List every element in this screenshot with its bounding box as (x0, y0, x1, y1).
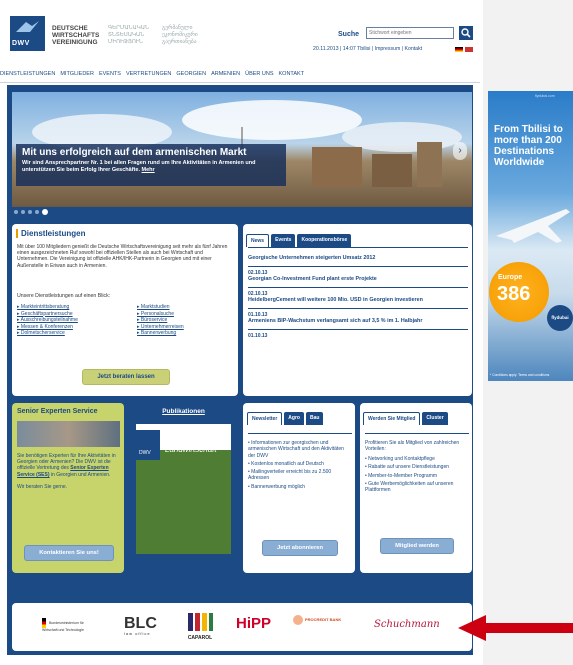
ad-price: 386 (497, 283, 531, 305)
list-item[interactable]: Ausschreibungsteilnahme (17, 317, 78, 324)
search-button[interactable] (459, 26, 473, 40)
partner-logo-blc[interactable]: BLC law office (124, 615, 157, 636)
tab-news[interactable]: News (246, 234, 270, 247)
news-item[interactable]: 01.10.13 (248, 328, 468, 344)
tab-agro[interactable]: Agro (284, 412, 304, 425)
news-item[interactable]: 01.10.13 Armeniens BIP-Wachstum verlangsa… (248, 307, 468, 329)
nav-kontakt[interactable]: KONTAKT (279, 68, 310, 82)
list-item[interactable]: Markteintrittsberatung (17, 304, 78, 311)
book-dwv-logo: DWV (136, 430, 160, 460)
list-item[interactable]: Bannerwerbung (137, 330, 184, 337)
tab-newsletter[interactable]: Newsletter (247, 412, 283, 425)
dienst-subtitle: Unsere Dienstleistungen auf einen Blick: (17, 293, 111, 299)
german-flag-icon[interactable] (455, 47, 463, 52)
mitglied-werden-button[interactable]: Mitglied werden (380, 538, 454, 554)
ad-headline: From Tbilisi to more than 200 Destinatio… (494, 124, 563, 168)
tab-bau[interactable]: Bau (305, 412, 324, 425)
search-icon (461, 28, 471, 38)
newsletter-list: Informationen zur georgischen und armeni… (248, 433, 352, 492)
tab-kooperationsboerse[interactable]: Kooperationsbörse (297, 234, 352, 247)
org-name-ge: გერმანული ეკონომიკური გაერთიანება (162, 25, 198, 45)
list-item: Informationen zur georgischen und armeni… (248, 440, 352, 459)
senior-title: Senior Experten Service (17, 408, 98, 415)
tab-events[interactable]: Events (271, 234, 296, 247)
member-list: Networking und Kontaktpflege Rabatte auf… (365, 456, 469, 495)
abonnieren-button[interactable]: Jetzt abonnieren (262, 540, 338, 556)
list-item: Mailingverteiler erreicht bis zu 2.500 A… (248, 469, 352, 482)
news-item[interactable]: 02.10.13 Georgian Co-Investment Fund plan… (248, 265, 468, 287)
tab-werden-sie-mitglied[interactable]: Werden Sie Mitglied (363, 412, 421, 425)
nav-mitglieder[interactable]: MITGLIEDER (60, 68, 99, 82)
list-item: Member-to-Member Programm (365, 473, 469, 479)
hero-text: Wir sind Ansprechpartner Nr. 1 bei allen… (22, 160, 256, 173)
ad-footer: * Conditions apply. Terms and conditions (490, 373, 550, 377)
book-title: Landwirtschaft (165, 445, 217, 454)
partner-logo-caparol[interactable]: CAPAROL (184, 611, 216, 641)
search-label: Suche (338, 31, 360, 38)
news-item[interactable]: Georgische Unternehmen steigerten Umsatz… (248, 247, 468, 266)
org-name-de: DEUTSCHE WIRTSCHAFTS VEREINIGUNG (52, 25, 100, 46)
ad-stamp: flydubai (547, 305, 573, 331)
member-tabs: Werden Sie Mitglied Cluster (363, 412, 448, 425)
search-input[interactable] (366, 27, 454, 39)
newsletter-tabs: Newsletter Agro Bau (247, 412, 324, 425)
partner-logo-procredit[interactable]: PROCREDIT BANK (293, 615, 351, 625)
caparol-mark-icon (188, 613, 213, 631)
bird-icon (16, 21, 39, 32)
partner-logo-strip: Bundesministerium für Wirtschaft und Tec… (12, 603, 472, 651)
partner-logo-bmwi[interactable]: Bundesministerium für Wirtschaft und Tec… (42, 618, 97, 632)
partner-logo-schuchmann[interactable]: Schuchmann (374, 619, 440, 630)
list-item: Bannerwerbung möglich (248, 484, 352, 490)
slider-dot[interactable] (28, 210, 32, 214)
hero-title[interactable]: Mit uns erfolgreich auf dem armenischen … (22, 147, 247, 158)
hero-more-link[interactable]: Mehr (142, 167, 155, 173)
logo-text: DWV (12, 40, 30, 47)
red-arrow-icon (458, 615, 573, 641)
news-item[interactable]: 02.10.13 HeidelbergCement will weitere 10… (248, 286, 468, 308)
slider-dot[interactable] (21, 210, 25, 214)
slider-dots (14, 209, 48, 215)
tab-cluster[interactable]: Cluster (422, 412, 448, 425)
list-item: Rabatte auf unsere Dienstleistungen (365, 464, 469, 470)
list-item[interactable]: Dolmetscherservice (17, 330, 78, 337)
senior-photo (17, 421, 120, 447)
kontaktieren-button[interactable]: Kontaktieren Sie uns! (24, 545, 114, 561)
ad-region: Europe (498, 274, 523, 281)
senior-text: Sie benötigen Experten für Ihre Aktivitä… (17, 453, 116, 490)
english-flag-icon[interactable] (465, 47, 473, 52)
beraten-lassen-button[interactable]: Jetzt beraten lassen (82, 369, 170, 385)
nav-georgien[interactable]: GEORGIEN (176, 68, 211, 82)
list-item: Networking und Kontaktpflege (365, 456, 469, 462)
nav-armenien[interactable]: ARMENIEN (211, 68, 245, 82)
partner-logo-hipp[interactable]: HiPP (236, 615, 271, 632)
nav-events[interactable]: EVENTS (99, 68, 126, 82)
nav-dienstleistungen[interactable]: DIENSTLEISTUNGEN (0, 68, 60, 82)
dienst-title: Dienstleistungen (16, 229, 85, 238)
dienst-intro: Mit über 100 Mitgliedern genießt die Deu… (17, 244, 228, 269)
dienst-list-right: Marktstudien Personalsuche Büroservice U… (137, 304, 184, 337)
ad-url: flydubai.com (535, 94, 555, 98)
main-nav: DIENSTLEISTUNGEN MITGLIEDER EVENTS VERTR… (0, 68, 480, 83)
publikationen-title[interactable]: Publikationen (129, 408, 238, 415)
nav-ueber-uns[interactable]: ÜBER UNS (245, 68, 278, 82)
slider-dot[interactable] (14, 210, 18, 214)
list-item: Gute Werbemöglichkeiten auf unseren Plat… (365, 481, 469, 494)
news-list: Georgische Unternehmen steigerten Umsatz… (248, 247, 468, 343)
slider-dot-active[interactable] (42, 209, 48, 215)
dienst-list-left: Markteintrittsberatung Geschäftspartners… (17, 304, 78, 337)
org-name-am: ԳԵՐՄԱՆԱԿԱՆ ՏՆՏԵՍԱԿԱՆ ՄԻՈՒԹՅՈՒՆ (108, 25, 150, 45)
nav-vertretungen[interactable]: VERTRETUNGEN (126, 68, 176, 82)
member-intro: Profitieren Sie als Mitglied von zahlrei… (365, 433, 469, 453)
news-tabs: News Events Kooperationsbörse (246, 234, 352, 247)
slider-dot[interactable] (35, 210, 39, 214)
list-item: Kostenlos monatlich auf Deutsch (248, 461, 352, 467)
date-and-links[interactable]: 20.11.2013 | 14:07 Tbilisi | Impressum |… (313, 46, 422, 52)
slider-next-button[interactable]: › (453, 142, 467, 160)
